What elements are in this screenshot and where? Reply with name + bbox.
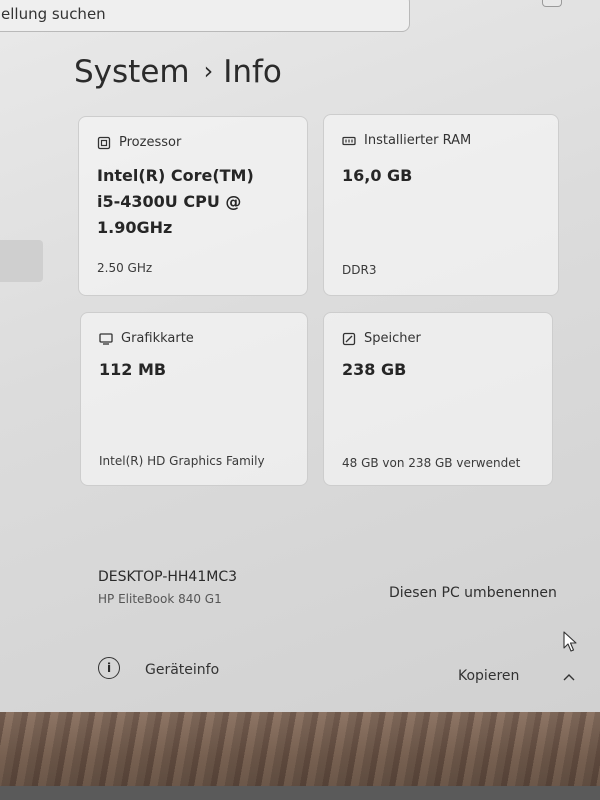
device-name: DESKTOP-HH41MC3 (98, 569, 237, 585)
copy-button[interactable]: Kopieren (458, 668, 519, 684)
graphics-value: 112 MB (99, 360, 167, 379)
storage-usage: 48 GB von 238 GB verwendet (342, 456, 521, 470)
device-info-label: Geräteinfo (145, 662, 220, 678)
memory-icon (342, 136, 356, 145)
info-icon: i (98, 657, 120, 679)
settings-search-input[interactable]: ellung suchen (0, 0, 410, 32)
page-title: Info (223, 54, 282, 90)
search-text: ellung suchen (1, 5, 106, 23)
storage-value: 238 GB (342, 360, 407, 379)
screen-bezel (0, 786, 600, 800)
graphics-header: Grafikkarte (99, 331, 194, 346)
mouse-cursor-icon (563, 631, 577, 652)
ram-card: Installierter RAM 16,0 GB DDR3 (323, 114, 559, 296)
processor-header: Prozessor (97, 135, 181, 150)
breadcrumb-parent[interactable]: System (74, 54, 190, 90)
breadcrumb-separator: › (203, 57, 214, 85)
rename-pc-button[interactable]: Diesen PC umbenennen (389, 585, 557, 601)
storage-icon (342, 332, 356, 345)
display-icon (99, 332, 113, 345)
ram-value: 16,0 GB (342, 166, 413, 185)
ram-header: Installierter RAM (342, 133, 471, 148)
navigation-sidebar (0, 40, 60, 710)
ram-type: DDR3 (342, 263, 377, 277)
breadcrumb: System › Info (74, 54, 282, 90)
device-model: HP EliteBook 840 G1 (98, 592, 222, 606)
chevron-up-icon[interactable] (562, 672, 576, 682)
processor-card: Prozessor Intel(R) Core(TM) i5-4300U CPU… (78, 116, 308, 296)
storage-header: Speicher (342, 331, 421, 346)
window-close-button[interactable] (542, 0, 562, 7)
processor-label: Prozessor (119, 135, 182, 150)
ram-label: Installierter RAM (364, 133, 472, 148)
graphics-label: Grafikkarte (121, 331, 194, 346)
storage-card: Speicher 238 GB 48 GB von 238 GB verwend… (323, 312, 553, 486)
graphics-name: Intel(R) HD Graphics Family (99, 454, 265, 468)
processor-value: Intel(R) Core(TM) i5-4300U CPU @ 1.90GHz (97, 166, 254, 237)
processor-speed: 2.50 GHz (97, 261, 153, 275)
sidebar-item-selected[interactable] (0, 240, 43, 282)
graphics-card: Grafikkarte 112 MB Intel(R) HD Graphics … (80, 312, 308, 486)
storage-label: Speicher (364, 331, 421, 346)
processor-icon (97, 136, 111, 149)
